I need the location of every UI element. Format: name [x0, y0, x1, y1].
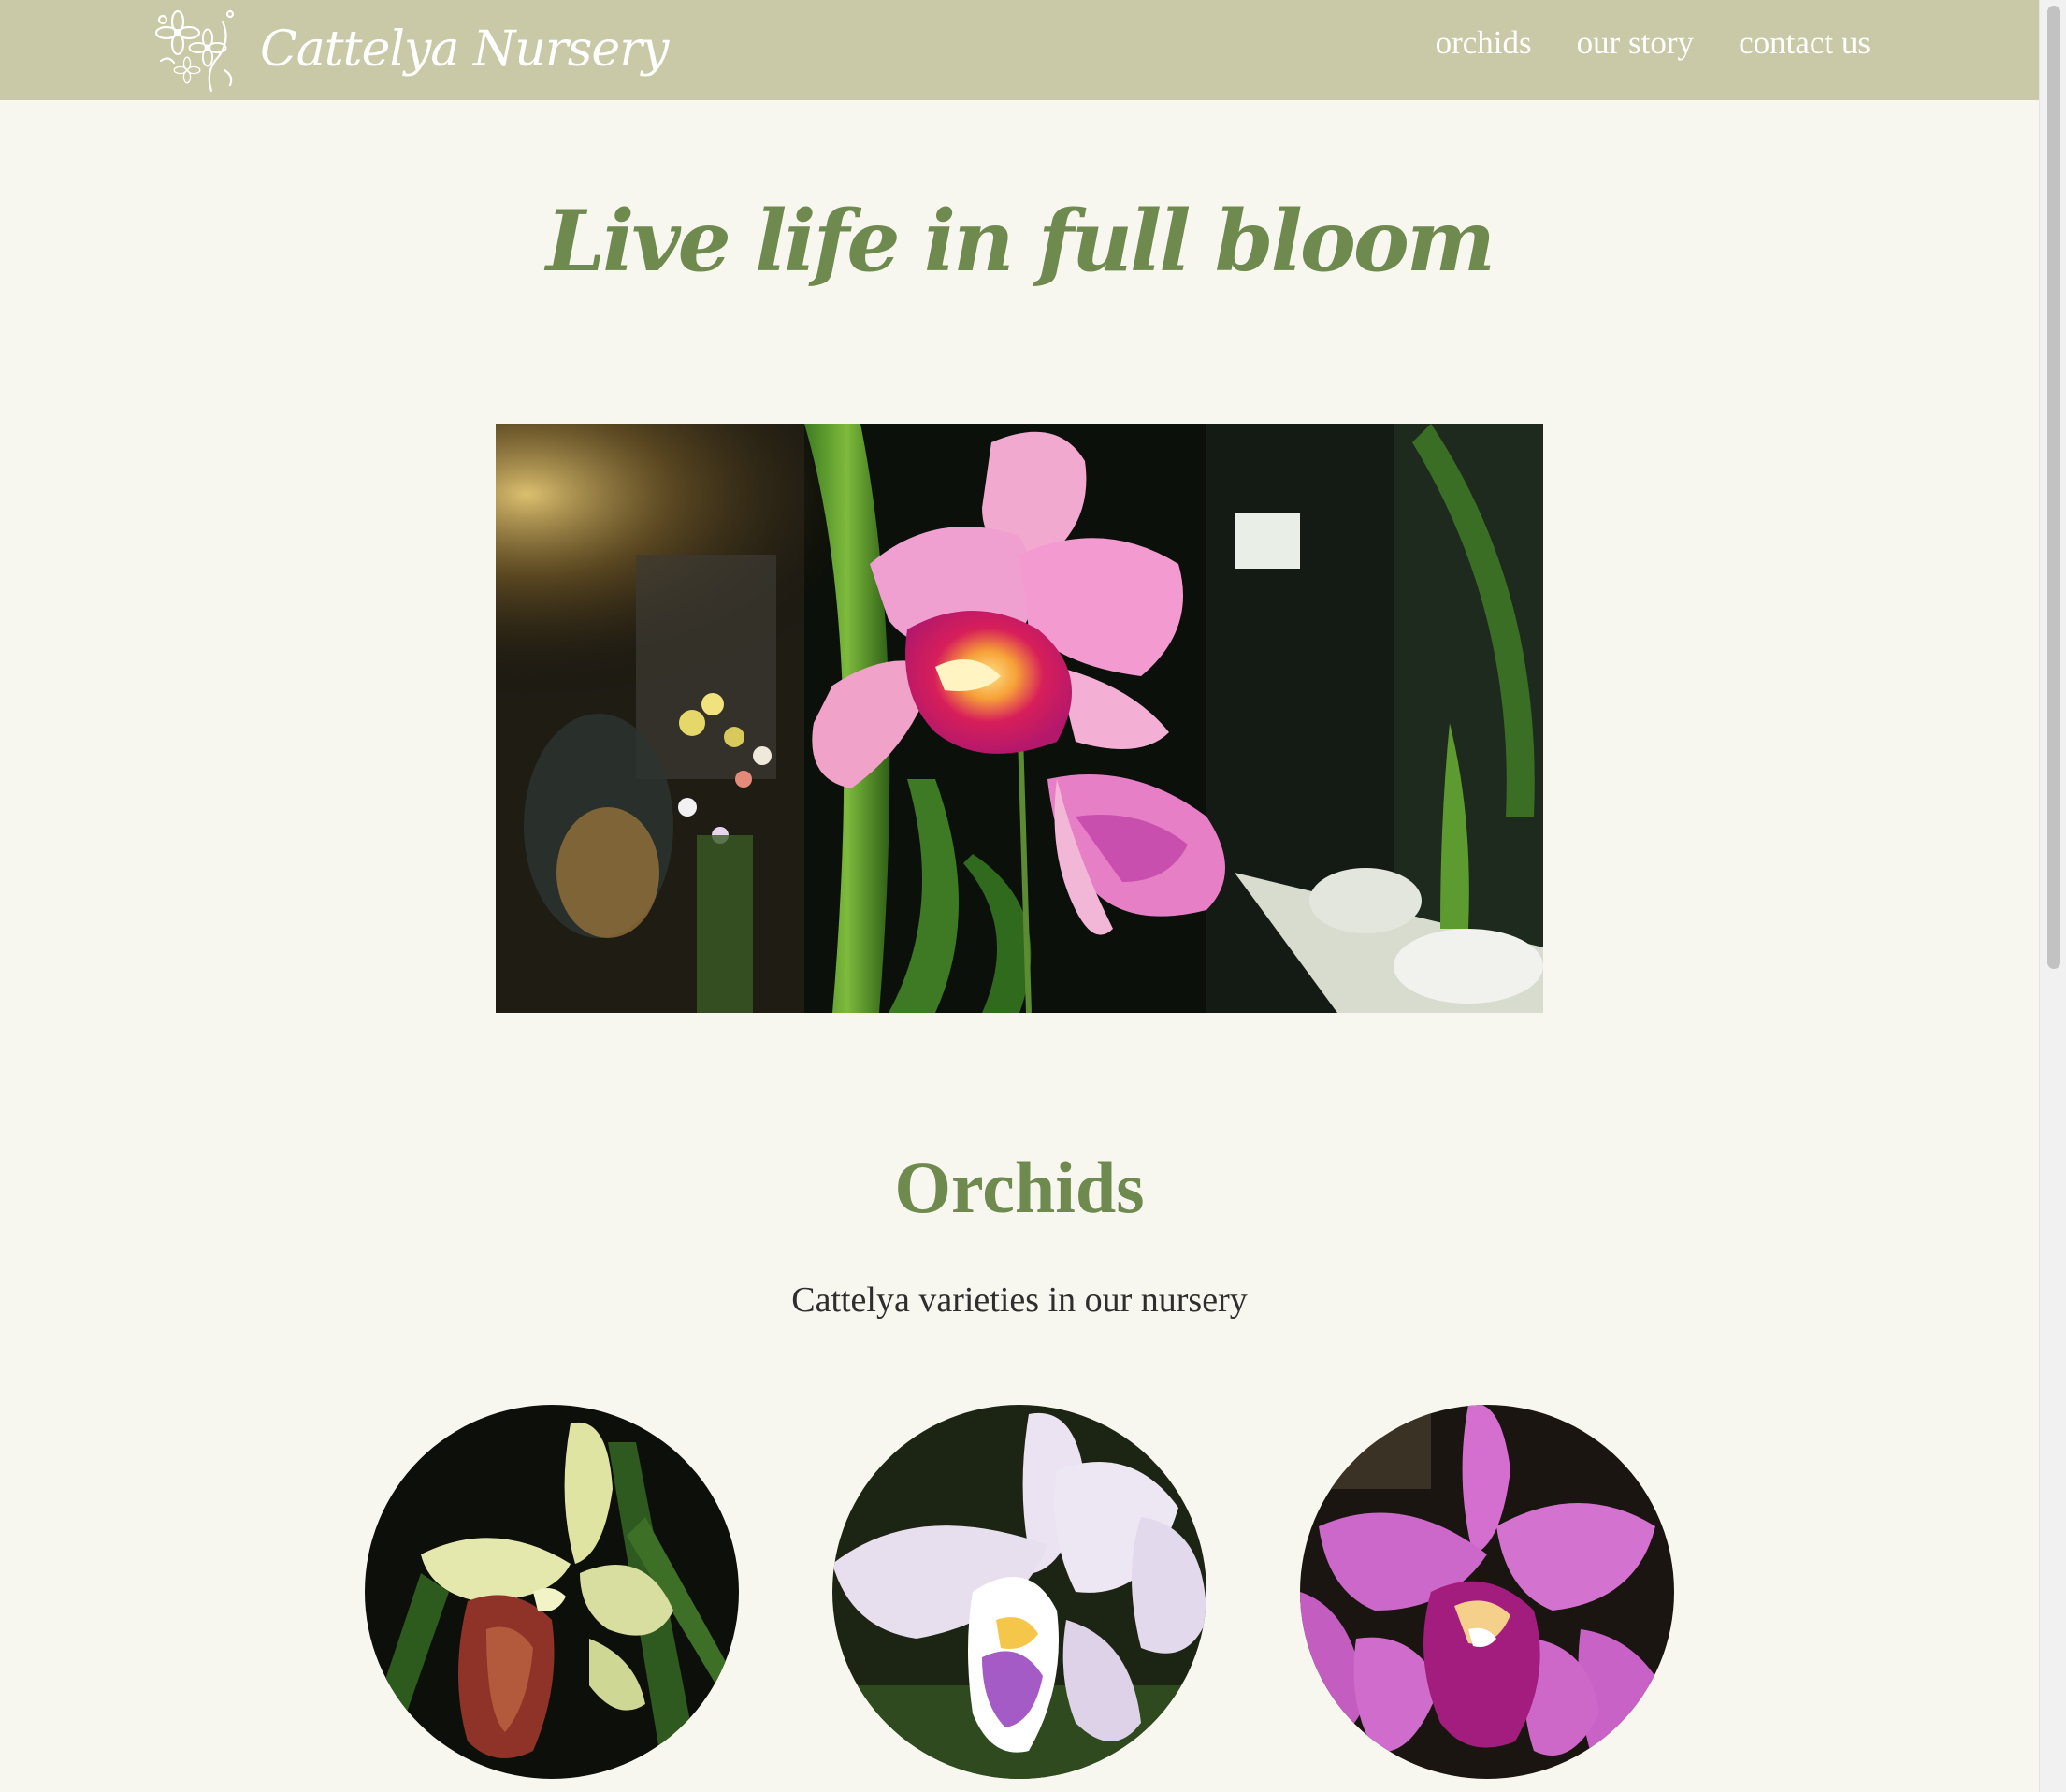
nav-link-orchids[interactable]: orchids [1436, 24, 1532, 62]
hero-orchid-photo [496, 424, 1543, 1013]
nav-link-contact-us[interactable]: contact us [1739, 24, 1871, 62]
hero-title: Live life in full bloom [545, 192, 1495, 291]
main-nav: orchids our story contact us [1436, 24, 1871, 62]
orchids-section-subtitle: Cattelya varieties in our nursery [791, 1280, 1248, 1320]
orchid-variety-yellow[interactable] [365, 1405, 739, 1779]
scrollbar-thumb[interactable] [2047, 6, 2060, 969]
page-scrollbar[interactable] [2039, 0, 2066, 1792]
nav-link-our-story[interactable]: our story [1577, 24, 1694, 62]
orchid-flower-icon [154, 9, 235, 93]
brand-name: Cattelya Nursery [260, 22, 669, 78]
orchids-section-title: Orchids [894, 1147, 1145, 1228]
orchid-variety-lavender[interactable] [832, 1405, 1206, 1779]
brand-logo[interactable]: Cattelya Nursery [150, 5, 669, 94]
site-header: Cattelya Nursery orchids our story conta… [0, 0, 2039, 100]
orchid-variety-magenta[interactable] [1300, 1405, 1674, 1779]
